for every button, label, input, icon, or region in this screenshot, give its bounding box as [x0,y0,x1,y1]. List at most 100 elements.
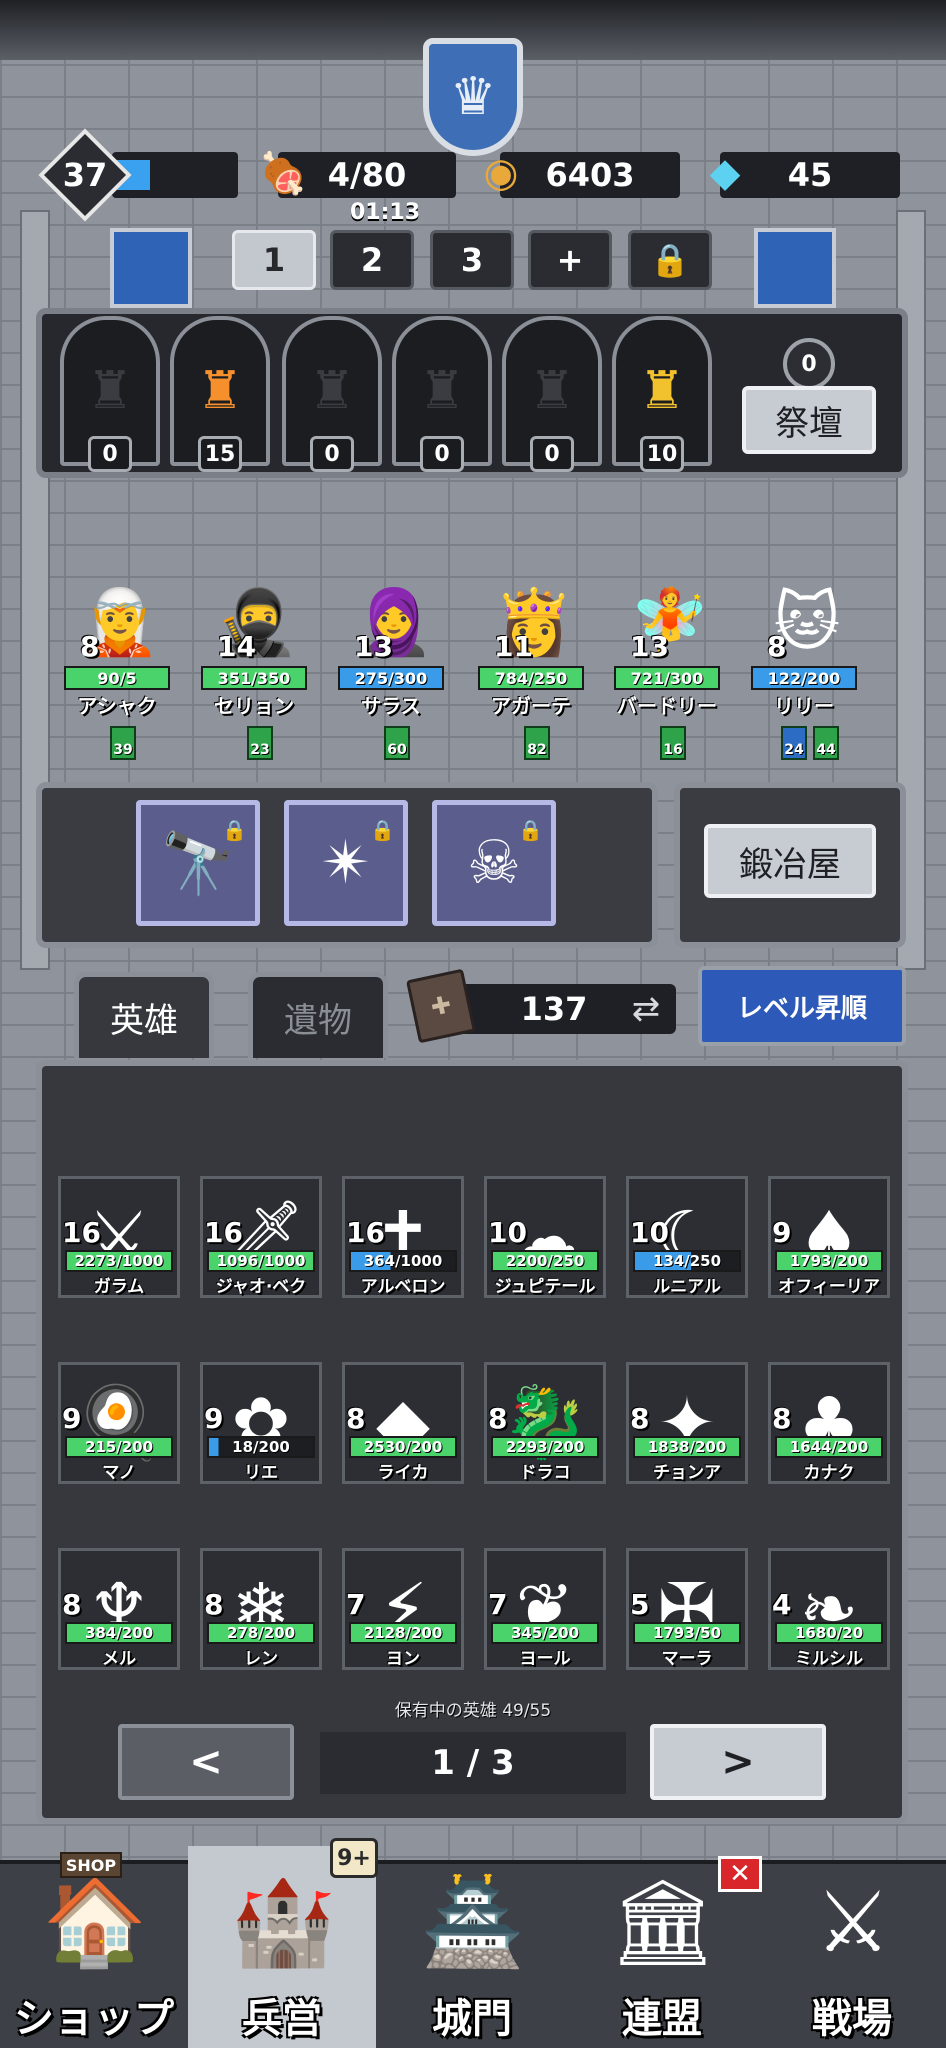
hero-hp: 2530/200 [349,1436,457,1458]
hero-name: リエ [244,1463,278,1483]
party-hero-name: セリョン [214,694,294,718]
party-hero-hp: 351/350 [201,666,307,690]
gold-coin-icon: ◉ [483,150,519,196]
hero-level: 8 [346,1402,366,1435]
diamond-icon: ◆ [709,150,741,196]
party-hero-level: 11 [494,630,533,663]
blue-banner [110,228,192,308]
hero-level: 16 [346,1216,385,1249]
party-hero-tag: 16 [660,726,686,760]
hero-hp: 2200/250 [491,1250,599,1272]
meat-value: 4/80 [327,156,407,194]
nav-castle-gate[interactable]: 🏯 城門 [378,1846,566,2048]
gem-value: 45 [787,156,833,194]
nav-label: ショップ [14,1996,174,2042]
party-hero-level: 13 [630,630,669,663]
nav-label: 城門 [432,1996,512,2042]
statue-count: 0 [310,436,354,472]
hero-hp: 2293/200 [491,1436,599,1458]
hero-level: 10 [630,1216,669,1249]
party-hero-hp: 784/250 [478,666,584,690]
party-hero-hp: 721/300 [614,666,720,690]
altar-badge: 0 [783,338,835,390]
lock-icon: 🔒 [370,818,395,842]
player-level: 37 [62,156,108,194]
hero-level: 9 [204,1402,224,1435]
party-hero-level: 14 [217,630,256,663]
hero-level: 7 [346,1588,366,1621]
meat-icon: 🍖 [258,150,308,197]
lock-icon: 🔒 [518,818,543,842]
hero-level: 8 [204,1588,224,1621]
nav-battlefield[interactable]: ⚔ 戦場 [758,1846,946,2048]
hero-hp: 1838/200 [633,1436,741,1458]
mask-icon: ☠ [467,828,521,898]
party-tab-locked[interactable]: 🔒 [628,230,712,290]
party-hero-level: 8 [80,630,100,663]
statue-count: 15 [198,436,242,472]
battlefield-swords-icon: ⚔ [815,1873,891,1971]
statue-count: 0 [530,436,574,472]
tab-heroes[interactable]: 英雄 [74,972,214,1058]
lock-icon: 🔒 [222,818,247,842]
hero-hp: 2128/200 [349,1622,457,1644]
statue-count: 0 [420,436,464,472]
party-tab-2[interactable]: 2 [330,230,414,290]
hero-name: ルニアル [653,1277,721,1297]
party-hero-tag: 23 [247,726,273,760]
dark-claw-icon: ✴ [320,828,372,898]
party-tab-add[interactable]: + [528,230,612,290]
party-hero-level: 8 [767,630,787,663]
hero-name: オフィーリア [778,1277,880,1297]
hero-hp: 384/200 [65,1622,173,1644]
hero-name: ガラム [93,1277,145,1297]
swap-arrows-icon[interactable]: ⇄ [622,984,670,1034]
hero-hp: 134/250 [633,1250,741,1272]
hero-level: 9 [62,1402,82,1435]
hero-name: アルベロン [360,1277,446,1297]
party-hero-tag: 44 [813,726,839,760]
nav-label: 戦場 [812,1996,892,2042]
party-tab-3[interactable]: 3 [430,230,514,290]
barracks-tower-icon: 🏰 [230,1872,336,1971]
castle-gate-icon: 🏯 [420,1872,526,1971]
hero-level: 10 [488,1216,527,1249]
sort-button[interactable]: レベル昇順 [698,966,906,1046]
hero-hp: 215/200 [65,1436,173,1458]
hero-hp: 1793/200 [775,1250,883,1272]
altar-button[interactable]: 祭壇 [742,386,876,454]
party-hero-name: リリー [774,694,834,718]
party-hero-hp: 122/200 [751,666,857,690]
lock-icon: 🔒 [650,241,690,279]
barracks-notification-badge: 9+ [330,1838,378,1878]
hero-name: ジュピテール [494,1277,596,1297]
hero-hp: 345/200 [491,1622,599,1644]
gold-value: 6403 [545,156,635,194]
hero-level: 16 [204,1216,243,1249]
hero-level: 9 [772,1216,792,1249]
hero-hp: 364/1000 [349,1250,457,1272]
prev-page-button[interactable]: < [118,1724,294,1800]
alliance-building-icon: 🏛 [609,1872,717,1971]
smithy-button[interactable]: 鍛冶屋 [704,824,876,898]
statue-count: 0 [88,436,132,472]
party-hero-level: 13 [354,630,393,663]
page-indicator: 1 / 3 [320,1732,626,1794]
hero-level: 8 [630,1402,650,1435]
party-hero-tag: 82 [524,726,550,760]
next-page-button[interactable]: > [650,1724,826,1800]
hero-level: 16 [62,1216,101,1249]
hero-name: メル [102,1649,136,1669]
hero-level: 8 [488,1402,508,1435]
party-hero-name: アガーテ [491,694,571,718]
owned-heroes-count: 保有中の英雄 49/55 [394,1701,552,1721]
hero-name: ジャオ·ベク [215,1277,307,1297]
party-tab-1[interactable]: 1 [232,230,316,290]
party-hero-tag: 24 [781,726,807,760]
tab-relics[interactable]: 遺物 [248,972,388,1058]
book-count: 137 [520,990,588,1028]
hero-name: ミルシル [795,1649,863,1669]
hero-name: チョンア [653,1463,721,1483]
hero-name: ドラコ [519,1463,571,1483]
party-hero-name: アシャク [77,694,157,718]
